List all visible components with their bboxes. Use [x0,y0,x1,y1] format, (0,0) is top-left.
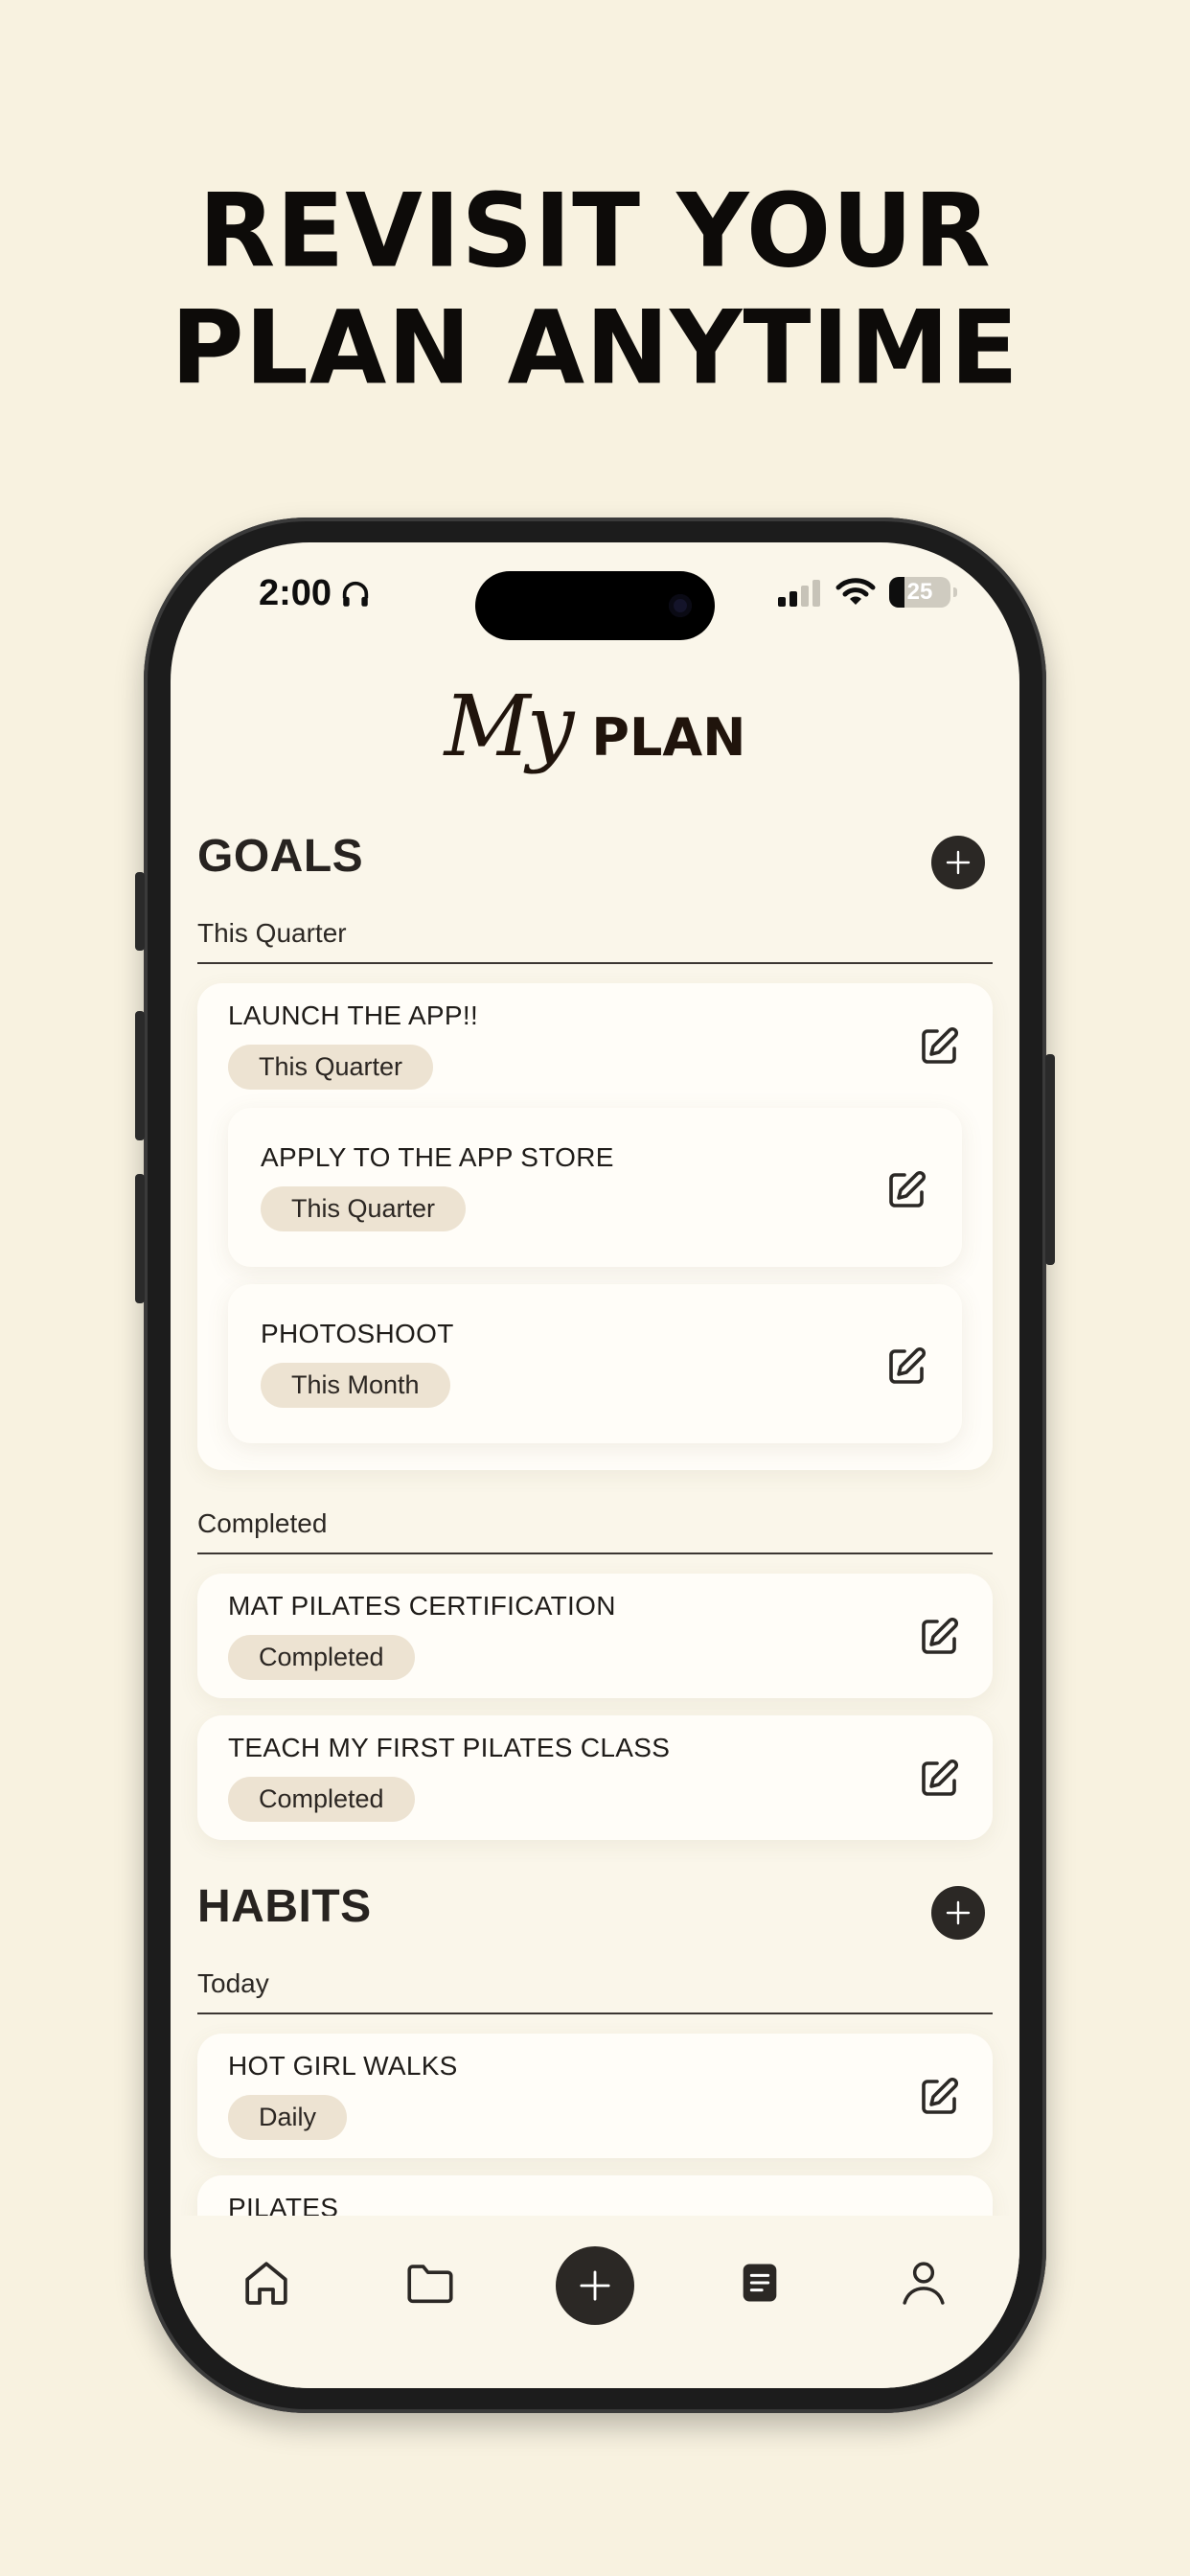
app-title-bold: PLAN [591,707,746,768]
headline-line-2: PLAN ANYTIME [171,288,1019,408]
edit-icon[interactable] [916,1756,962,1802]
goal-card-completed[interactable]: MAT PILATES CERTIFICATION Completed [197,1574,993,1698]
goals-section-header: GOALS [197,830,993,903]
battery-indicator: 25 [889,577,957,608]
habit-card[interactable]: HOT GIRL WALKS Daily [197,2034,993,2158]
notes-icon [743,2264,777,2302]
goal-row[interactable]: MAT PILATES CERTIFICATION Completed [197,1574,993,1698]
dynamic-island [475,571,715,640]
goal-title: LAUNCH THE APP!! [228,1000,479,1030]
phone-volume-down [135,1174,145,1303]
nav-profile[interactable] [885,2244,962,2321]
goal-row[interactable]: TEACH MY FIRST PILATES CLASS Completed [197,1715,993,1840]
goal-status-tag: Completed [228,1635,415,1680]
nav-notes[interactable] [721,2244,798,2321]
profile-icon [903,2262,945,2305]
edit-icon[interactable] [883,1344,929,1390]
plus-icon [946,1900,971,1925]
subgoal-timeframe-tag: This Month [261,1363,450,1408]
app-title: My PLAN [171,677,1019,775]
nav-add-button[interactable] [556,2246,634,2325]
phone-action-button [135,872,145,951]
headphones-icon [342,581,369,607]
folder-icon [407,2265,453,2304]
plus-icon [580,2270,610,2301]
cellular-signal-icon [778,580,820,607]
goal-card-launch-app[interactable]: LAUNCH THE APP!! This Quarter APPLY TO T… [197,983,993,1470]
goal-status-tag: Completed [228,1777,415,1822]
wifi-icon [835,578,876,605]
plus-icon [946,850,971,875]
edit-icon[interactable] [916,2074,962,2120]
goals-title: GOALS [197,831,364,882]
habits-title: HABITS [197,1881,372,1932]
edit-icon[interactable] [883,1167,929,1213]
goal-timeframe-tag: This Quarter [228,1045,434,1090]
battery-level: 25 [906,579,933,605]
phone-volume-up [135,1011,145,1140]
status-time: 2:00 [259,573,372,614]
camera-icon [669,594,692,617]
goal-title: MAT PILATES CERTIFICATION [228,1591,616,1621]
habits-group-label-today: Today [197,1953,993,2014]
subgoal-card[interactable]: APPLY TO THE APP STORE This Quarter [228,1108,962,1267]
goal-main-row[interactable]: LAUNCH THE APP!! This Quarter [197,983,993,1108]
plan-content[interactable]: GOALS This Quarter LAUNCH THE APP!! This… [197,830,993,2317]
habits-section-header: HABITS [197,1880,993,1953]
bottom-navigation [171,2216,1019,2388]
marketing-headline: REVISIT YOUR PLAN ANYTIME [0,171,1190,408]
subgoal-card[interactable]: PHOTOSHOOT This Month [228,1284,962,1443]
goal-card-completed[interactable]: TEACH MY FIRST PILATES CLASS Completed [197,1715,993,1840]
subgoal-title: PHOTOSHOOT [261,1319,454,1348]
edit-icon[interactable] [916,1614,962,1660]
home-icon [245,2262,287,2305]
goals-group-label-completed: Completed [197,1487,993,1554]
goal-title: TEACH MY FIRST PILATES CLASS [228,1733,671,1762]
goals-group-label-current: This Quarter [197,903,993,964]
phone-screen: 2:00 25 My PLAN GOALS This Quarter LAUNC… [171,542,1019,2388]
add-goal-button[interactable] [931,836,985,889]
headline-line-1: REVISIT YOUR [198,171,992,291]
habit-title: HOT GIRL WALKS [228,2051,458,2081]
nav-home[interactable] [228,2244,305,2321]
subgoal-timeframe-tag: This Quarter [261,1186,467,1231]
status-time-text: 2:00 [259,573,332,613]
habit-row[interactable]: HOT GIRL WALKS Daily [197,2034,993,2158]
habit-frequency-tag: Daily [228,2095,348,2140]
phone-power-button [1045,1054,1055,1265]
nav-folders[interactable] [392,2244,469,2321]
edit-icon[interactable] [916,1024,962,1070]
subgoal-title: APPLY TO THE APP STORE [261,1142,614,1172]
add-habit-button[interactable] [931,1886,985,1940]
battery-fill [889,577,904,608]
app-title-script: My [444,677,575,775]
status-indicators: 25 [776,577,957,608]
